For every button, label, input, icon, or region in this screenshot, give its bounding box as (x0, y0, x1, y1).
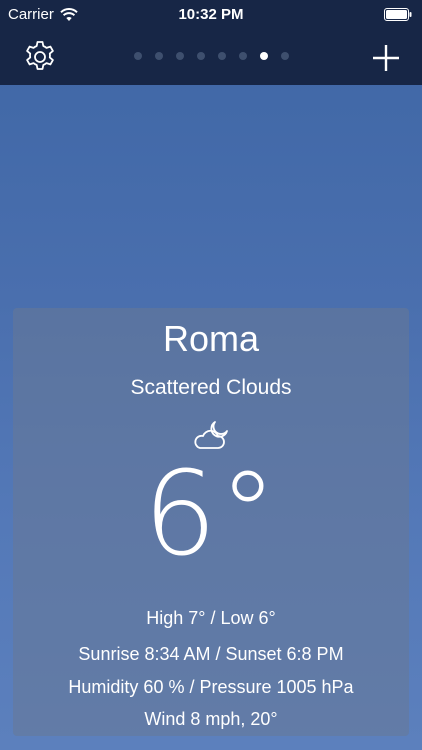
city-name: Roma (162, 318, 260, 359)
page-dot[interactable] (238, 52, 247, 60)
humidity-pressure: Humidity 60 % / Pressure 1005 hPa (68, 677, 354, 697)
page-dot[interactable] (175, 52, 184, 60)
plus-icon[interactable] (372, 44, 400, 72)
temperature: 6° (143, 447, 279, 582)
high-low-temperature: High 7° / Low 6° (146, 608, 276, 628)
status-bar: Carrier 10:32 PM (0, 0, 422, 30)
battery-icon (384, 8, 412, 21)
page-dot[interactable] (217, 52, 226, 60)
page-dot[interactable] (196, 52, 205, 60)
sunrise-sunset: Sunrise 8:34 AM / Sunset 6:8 PM (78, 644, 344, 664)
page-dot[interactable] (259, 52, 268, 60)
clock: 10:32 PM (178, 6, 244, 23)
nav-bar (0, 30, 422, 85)
wind: Wind 8 mph, 20° (144, 709, 278, 729)
weather-condition: Scattered Clouds (130, 376, 292, 399)
page-dot[interactable] (280, 52, 289, 60)
page-dot[interactable] (154, 52, 163, 60)
page-indicator[interactable] (0, 52, 422, 60)
page-dot[interactable] (133, 52, 142, 60)
weather-card: Roma Scattered Clouds 6° High 7° / Low 6… (13, 308, 409, 736)
